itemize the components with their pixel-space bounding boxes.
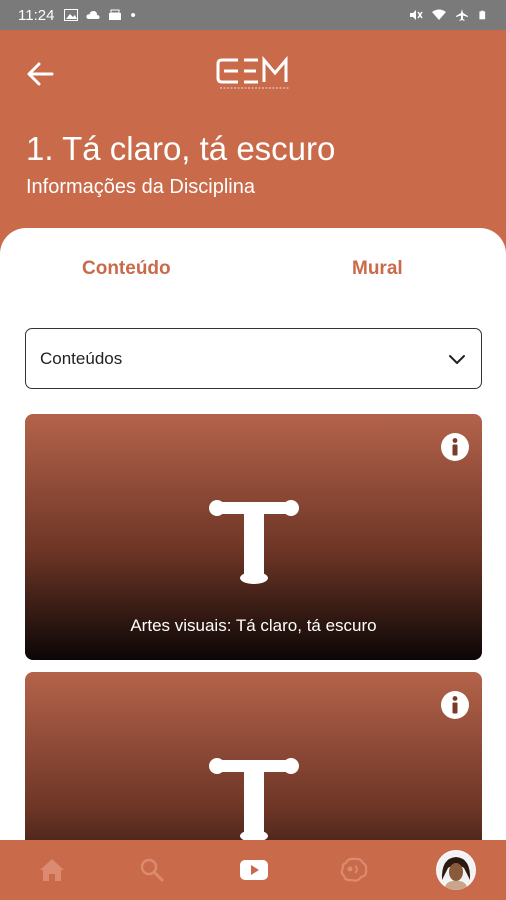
home-icon [40,859,64,881]
avatar[interactable] [436,850,476,890]
chevron-down-icon [449,354,465,364]
card-title: Artes visuais: Tá claro, tá escuro [130,616,377,635]
content-panel: Conteúdo Mural Conteúdos Artes visuais: … [0,228,506,840]
video-icon [240,860,268,880]
page-subtitle: Informações da Disciplina [26,176,255,198]
wifi-icon [432,9,446,20]
tab-mural[interactable]: Mural [352,258,403,280]
text-glyph-icon [209,758,299,840]
battery-icon [479,10,486,20]
page-title: 1. Tá claro, tá escuro [26,130,336,167]
status-notification-icons: • [64,6,136,24]
cloud-icon [86,11,101,19]
select-value: Conteúdos [40,348,123,368]
search-icon [140,858,164,882]
bottom-navigation [0,840,506,900]
airplane-icon [456,9,468,21]
header: 1. Tá claro, tá escuro Informações da Di… [0,30,506,240]
content-card[interactable]: Artes visuais: Tá claro, tá escuro [25,414,482,660]
text-glyph-icon [209,500,299,584]
status-time: 11:24 [18,6,55,24]
image-icon [64,9,79,21]
nav-brain-button[interactable] [338,854,370,886]
content-type-select[interactable]: Conteúdos [25,328,482,389]
back-arrow-icon[interactable] [24,58,56,90]
content-card[interactable] [25,672,482,840]
cem-logo [216,56,290,89]
brain-icon [340,857,368,882]
status-dot: • [130,6,136,24]
status-bar: 11:24 • [0,0,506,30]
tab-bar: Conteúdo Mural [0,258,506,288]
info-icon[interactable] [440,690,470,720]
mute-icon [410,10,423,20]
tab-conteudo[interactable]: Conteúdo [82,258,171,280]
nav-video-button[interactable] [238,854,270,886]
tray-icon [109,9,122,20]
nav-home-button[interactable] [36,854,68,886]
profile-photo [437,851,475,890]
info-icon[interactable] [440,432,470,462]
nav-search-button[interactable] [136,854,168,886]
